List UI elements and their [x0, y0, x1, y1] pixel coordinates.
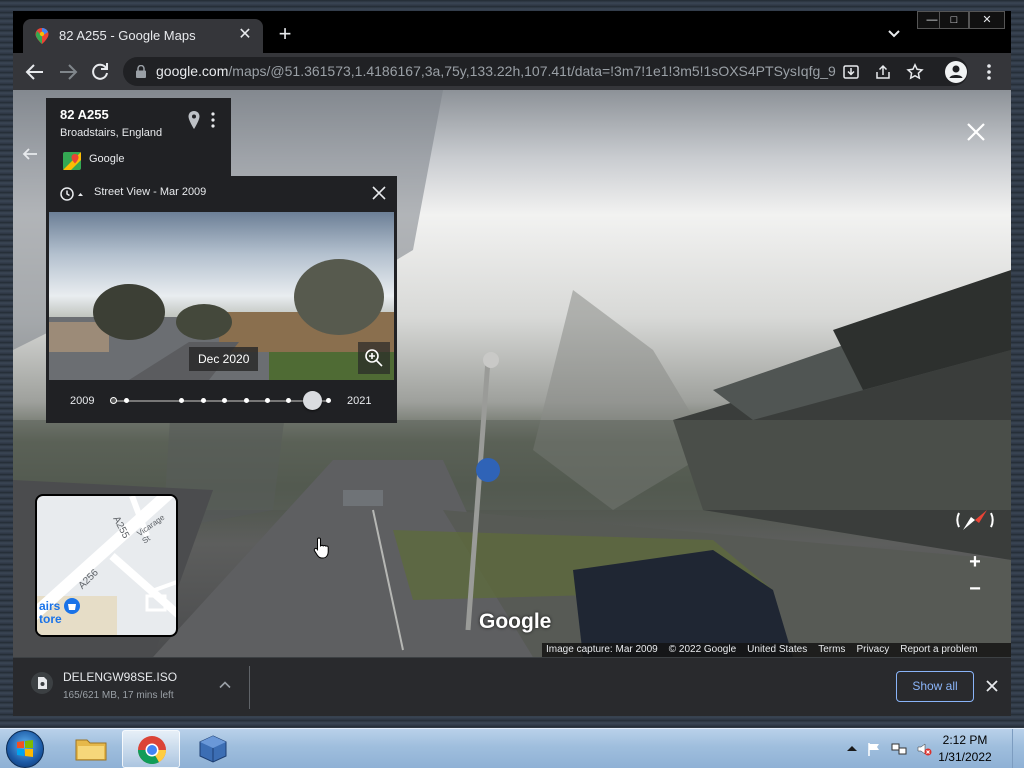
url-path: /maps/@51.361573,1.4186167,3a,75y,133.22…	[228, 63, 836, 79]
compass-icon[interactable]	[953, 505, 997, 535]
chrome-menu-icon[interactable]	[979, 62, 999, 82]
downloads-bar: DELENGW98SE.ISO 165/621 MB, 17 mins left…	[13, 657, 1011, 716]
map-pin-icon[interactable]	[187, 110, 201, 130]
slider-stop[interactable]	[326, 398, 331, 403]
minimap[interactable]: A255 A256 Vicarage St airs tore	[35, 494, 178, 637]
chrome-window: 82 A255 - Google Maps ✕ + — □ ✕ google.c…	[13, 11, 1011, 716]
more-options-icon[interactable]	[209, 111, 217, 129]
network-icon[interactable]	[891, 741, 907, 757]
bookmark-star-icon[interactable]	[906, 63, 924, 81]
history-slider-knob[interactable]	[303, 391, 323, 410]
address-bar[interactable]: google.com/maps/@51.361573,1.4186167,3a,…	[123, 57, 968, 86]
privacy-link[interactable]: Privacy	[856, 644, 889, 655]
show-desktop-button[interactable]	[1012, 729, 1024, 768]
slider-stop[interactable]	[265, 398, 270, 403]
chrome-taskbar-button[interactable]	[122, 730, 180, 768]
slider-stop[interactable]	[201, 398, 206, 403]
start-button[interactable]	[6, 730, 44, 768]
street-view-panorama[interactable]: 82 A255 Broadstairs, England Google Stre…	[13, 90, 1011, 657]
chevron-up-icon[interactable]	[218, 678, 232, 692]
slider-stop[interactable]	[110, 397, 117, 404]
place-title: 82 A255	[60, 107, 109, 122]
google-maps-logo-icon	[63, 152, 81, 170]
store-label-line2: tore	[39, 612, 62, 626]
copyright: © 2022 Google	[668, 644, 737, 655]
file-icon	[31, 672, 53, 694]
action-center-flag-icon[interactable]	[866, 741, 882, 757]
hand-cursor-icon	[313, 537, 329, 559]
download-file-name[interactable]: DELENGW98SE.ISO	[63, 670, 177, 684]
document-icon	[38, 677, 47, 689]
history-title: Street View - Mar 2009	[94, 186, 207, 198]
history-thumbnail[interactable]: Dec 2020	[49, 212, 394, 380]
magnifier-icon	[365, 349, 383, 367]
back-arrow-icon[interactable]	[23, 60, 47, 84]
slider-stop[interactable]	[286, 398, 291, 403]
tab-google-maps[interactable]: 82 A255 - Google Maps ✕	[23, 19, 263, 53]
browser-toolbar: google.com/maps/@51.361573,1.4186167,3a,…	[13, 53, 1011, 90]
divider	[249, 666, 250, 709]
reload-icon[interactable]	[88, 60, 112, 84]
explorer-taskbar-button[interactable]	[62, 730, 120, 768]
clock-time[interactable]: 2:12 PM	[930, 733, 1000, 747]
tab-strip: 82 A255 - Google Maps ✕ + — □ ✕	[13, 11, 1011, 53]
tab-close-icon[interactable]: ✕	[235, 25, 255, 45]
chrome-icon	[138, 736, 166, 764]
show-all-button[interactable]: Show all	[896, 671, 974, 702]
google-maps-icon	[35, 28, 49, 44]
install-app-icon[interactable]	[842, 63, 860, 81]
virtualbox-taskbar-button[interactable]	[184, 730, 242, 768]
history-slider-track[interactable]	[112, 400, 330, 402]
new-tab-button[interactable]: +	[273, 23, 297, 47]
place-subtitle: Broadstairs, England	[60, 127, 163, 139]
share-icon[interactable]	[874, 63, 892, 81]
place-source: Google	[89, 153, 125, 165]
report-problem-link[interactable]: Report a problem	[900, 644, 977, 655]
maximize-button[interactable]: □	[939, 11, 969, 29]
virtualbox-icon	[199, 735, 227, 763]
tab-title: 82 A255 - Google Maps	[59, 28, 196, 43]
slider-stop[interactable]	[222, 398, 227, 403]
clock-date[interactable]: 1/31/2022	[930, 750, 1000, 764]
attribution-bar: Image capture: Mar 2009 © 2022 Google Unit…	[542, 643, 1011, 657]
url-text: google.com/maps/@51.361573,1.4186167,3a,…	[156, 63, 836, 79]
folder-icon	[75, 739, 107, 761]
download-status: 165/621 MB, 17 mins left	[63, 690, 174, 701]
windows-logo-icon	[17, 740, 33, 757]
forward-arrow-icon[interactable]	[56, 60, 80, 84]
profile-avatar-icon[interactable]	[945, 61, 967, 83]
zoom-in-button[interactable]: +	[965, 552, 985, 572]
close-downloads-icon[interactable]	[984, 678, 1000, 694]
url-domain: google.com	[156, 63, 229, 79]
slider-end-year: 2021	[347, 395, 372, 407]
slider-start-year: 2009	[70, 395, 95, 407]
history-clock-icon[interactable]	[59, 185, 85, 203]
exit-street-view-icon[interactable]	[966, 122, 986, 142]
zoom-out-button[interactable]: −	[965, 579, 985, 599]
lock-icon	[136, 65, 146, 78]
store-label: airs tore	[39, 600, 62, 626]
zoom-in-thumbnail-button[interactable]	[358, 342, 390, 374]
close-window-button[interactable]: ✕	[969, 11, 1005, 29]
close-icon[interactable]	[370, 184, 388, 202]
slider-stop[interactable]	[244, 398, 249, 403]
country-link[interactable]: United States	[747, 644, 807, 655]
slider-stop[interactable]	[124, 398, 129, 403]
image-capture-date: Image capture: Mar 2009	[546, 644, 658, 655]
desktop: 82 A255 - Google Maps ✕ + — □ ✕ google.c…	[0, 0, 1024, 768]
street-view-history-panel: Street View - Mar 2009 Dec 2020 2009 202…	[46, 176, 397, 423]
windows-taskbar: 2:12 PM 1/31/2022	[0, 728, 1024, 768]
place-card: 82 A255 Broadstairs, England Google	[46, 98, 231, 180]
back-arrow-icon[interactable]	[21, 145, 39, 163]
person-icon	[949, 65, 963, 78]
terms-link[interactable]: Terms	[818, 644, 845, 655]
slider-stop[interactable]	[179, 398, 184, 403]
show-hidden-icons-icon[interactable]	[844, 741, 860, 757]
google-watermark: Google	[479, 610, 552, 633]
tab-search-chevron-icon[interactable]	[885, 25, 903, 43]
thumbnail-date: Dec 2020	[189, 347, 259, 371]
